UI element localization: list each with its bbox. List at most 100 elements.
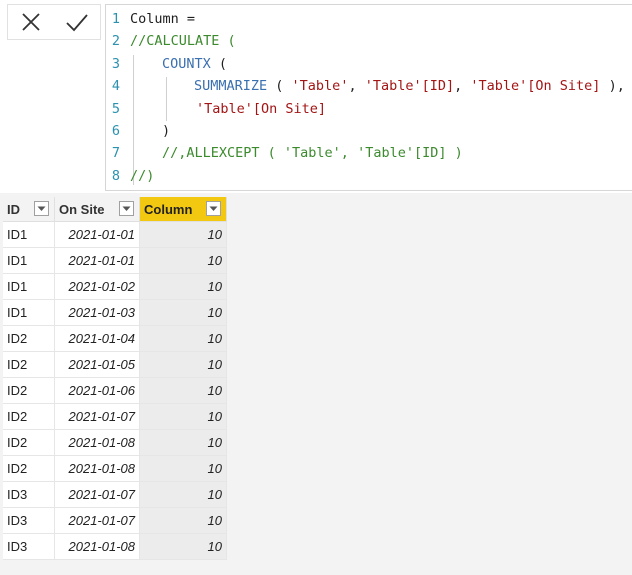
table-header-row: ID On Site Column bbox=[3, 197, 227, 222]
cell-on-site[interactable]: 2021-01-03 bbox=[54, 299, 140, 326]
code-token: 'Table'[On Site] bbox=[196, 100, 327, 117]
cell-column[interactable]: 10 bbox=[139, 507, 227, 534]
cell-on-site[interactable]: 2021-01-01 bbox=[54, 221, 140, 248]
cell-column[interactable]: 10 bbox=[139, 377, 227, 404]
cell-id[interactable]: ID2 bbox=[3, 351, 55, 378]
cell-id[interactable]: ID1 bbox=[3, 247, 55, 274]
column-header-label: ID bbox=[7, 202, 20, 218]
column-header-column[interactable]: Column bbox=[139, 197, 227, 222]
cell-on-site[interactable]: 2021-01-08 bbox=[54, 429, 140, 456]
cell-id[interactable]: ID3 bbox=[3, 533, 55, 560]
line-number: 8 bbox=[111, 167, 120, 184]
code-text: Column = bbox=[130, 8, 195, 30]
code-text: 'Table'[On Site] bbox=[196, 98, 326, 120]
formula-actions bbox=[7, 4, 101, 40]
table-row: ID2 2021-01-07 10 bbox=[3, 403, 227, 430]
code-token: //CALCULATE ( bbox=[130, 33, 236, 50]
table-row: ID3 2021-01-07 10 bbox=[3, 507, 227, 534]
formula-bar: 1 Column = 2 //CALCULATE ( 3 COUNTX ( 4 SUMMARI… bbox=[0, 0, 632, 193]
cell-column[interactable]: 10 bbox=[139, 221, 227, 248]
code-token: , bbox=[348, 78, 365, 95]
cell-on-site[interactable]: 2021-01-04 bbox=[54, 325, 140, 352]
cancel-button[interactable] bbox=[14, 7, 48, 37]
line-number: 5 bbox=[111, 100, 120, 117]
cell-column[interactable]: 10 bbox=[139, 403, 227, 430]
chevron-down-icon bbox=[37, 206, 46, 211]
cell-on-site[interactable]: 2021-01-02 bbox=[54, 273, 140, 300]
code-line: 4 SUMMARIZE ( 'Table', 'Table'[ID], 'Tabl… bbox=[106, 75, 632, 97]
column-header-label: On Site bbox=[59, 202, 105, 218]
code-line: 1 Column = bbox=[106, 8, 632, 30]
table-row: ID1 2021-01-03 10 bbox=[3, 299, 227, 326]
line-number: 1 bbox=[111, 11, 120, 27]
cell-id[interactable]: ID2 bbox=[3, 429, 55, 456]
column-header-id[interactable]: ID bbox=[3, 197, 55, 222]
cell-column[interactable]: 10 bbox=[139, 533, 227, 560]
line-number: 2 bbox=[111, 33, 120, 50]
table-row: ID1 2021-01-01 10 bbox=[3, 221, 227, 248]
cell-id[interactable]: ID1 bbox=[3, 221, 55, 248]
cell-column[interactable]: 10 bbox=[139, 299, 227, 326]
code-line: 7 //,ALLEXCEPT ( 'Table', 'Table'[ID] ) bbox=[106, 142, 632, 164]
table-row: ID1 2021-01-01 10 bbox=[3, 247, 227, 274]
code-text: SUMMARIZE ( 'Table', 'Table'[ID], 'Table… bbox=[194, 75, 625, 97]
code-text: //,ALLEXCEPT ( 'Table', 'Table'[ID] ) bbox=[162, 142, 463, 164]
code-token: ( bbox=[267, 78, 292, 95]
cell-on-site[interactable]: 2021-01-05 bbox=[54, 351, 140, 378]
cell-on-site[interactable]: 2021-01-06 bbox=[54, 377, 140, 404]
cell-on-site[interactable]: 2021-01-07 bbox=[54, 403, 140, 430]
table-row: ID2 2021-01-04 10 bbox=[3, 325, 227, 352]
table-row: ID3 2021-01-07 10 bbox=[3, 481, 227, 508]
commit-button[interactable] bbox=[60, 7, 94, 37]
code-text: //) bbox=[130, 165, 154, 187]
code-token: Column = bbox=[130, 11, 196, 27]
cell-column[interactable]: 10 bbox=[139, 273, 227, 300]
cell-column[interactable]: 10 bbox=[139, 351, 227, 378]
code-token: ( bbox=[210, 55, 228, 72]
cell-id[interactable]: ID3 bbox=[3, 507, 55, 534]
data-view: ID On Site Column ID1 2021-01-01 10 ID1 … bbox=[0, 193, 632, 575]
table-row: ID2 2021-01-05 10 bbox=[3, 351, 227, 378]
code-token: 'Table'[ID] bbox=[364, 78, 455, 95]
table-row: ID2 2021-01-08 10 bbox=[3, 455, 227, 482]
cell-column[interactable]: 10 bbox=[139, 247, 227, 274]
code-line: 2 //CALCULATE ( bbox=[106, 30, 632, 52]
cell-column[interactable]: 10 bbox=[139, 455, 227, 482]
table-row: ID1 2021-01-02 10 bbox=[3, 273, 227, 300]
column-header-on-site[interactable]: On Site bbox=[54, 197, 140, 222]
cell-id[interactable]: ID1 bbox=[3, 299, 55, 326]
code-token: ), bbox=[600, 78, 625, 95]
code-token: //,ALLEXCEPT ( 'Table', 'Table'[ID] ) bbox=[162, 145, 463, 162]
cell-on-site[interactable]: 2021-01-01 bbox=[54, 247, 140, 274]
data-table: ID On Site Column ID1 2021-01-01 10 ID1 … bbox=[3, 197, 227, 560]
cell-id[interactable]: ID2 bbox=[3, 325, 55, 352]
x-icon bbox=[22, 13, 40, 31]
cell-id[interactable]: ID2 bbox=[3, 403, 55, 430]
code-token: //) bbox=[130, 167, 155, 184]
cell-column[interactable]: 10 bbox=[139, 429, 227, 456]
cell-on-site[interactable]: 2021-01-07 bbox=[54, 507, 140, 534]
code-token: ) bbox=[162, 123, 171, 139]
cell-id[interactable]: ID2 bbox=[3, 455, 55, 482]
code-token: , bbox=[454, 78, 471, 95]
dax-formula-editor[interactable]: 1 Column = 2 //CALCULATE ( 3 COUNTX ( 4 SUMMARI… bbox=[105, 4, 632, 191]
line-number: 6 bbox=[111, 123, 120, 139]
filter-dropdown-button[interactable] bbox=[119, 201, 134, 216]
line-number: 7 bbox=[111, 145, 120, 162]
code-line: 5 'Table'[On Site] bbox=[106, 98, 632, 120]
cell-column[interactable]: 10 bbox=[139, 481, 227, 508]
code-text: //CALCULATE ( bbox=[130, 30, 236, 52]
line-number: 4 bbox=[111, 78, 120, 95]
cell-on-site[interactable]: 2021-01-08 bbox=[54, 533, 140, 560]
cell-on-site[interactable]: 2021-01-07 bbox=[54, 481, 140, 508]
cell-column[interactable]: 10 bbox=[139, 325, 227, 352]
code-token: SUMMARIZE bbox=[194, 78, 268, 95]
cell-id[interactable]: ID1 bbox=[3, 273, 55, 300]
filter-dropdown-button[interactable] bbox=[206, 201, 221, 216]
code-line: 3 COUNTX ( bbox=[106, 53, 632, 75]
cell-id[interactable]: ID2 bbox=[3, 377, 55, 404]
cell-on-site[interactable]: 2021-01-08 bbox=[54, 455, 140, 482]
cell-id[interactable]: ID3 bbox=[3, 481, 55, 508]
filter-dropdown-button[interactable] bbox=[34, 201, 49, 216]
column-header-label: Column bbox=[144, 202, 193, 218]
